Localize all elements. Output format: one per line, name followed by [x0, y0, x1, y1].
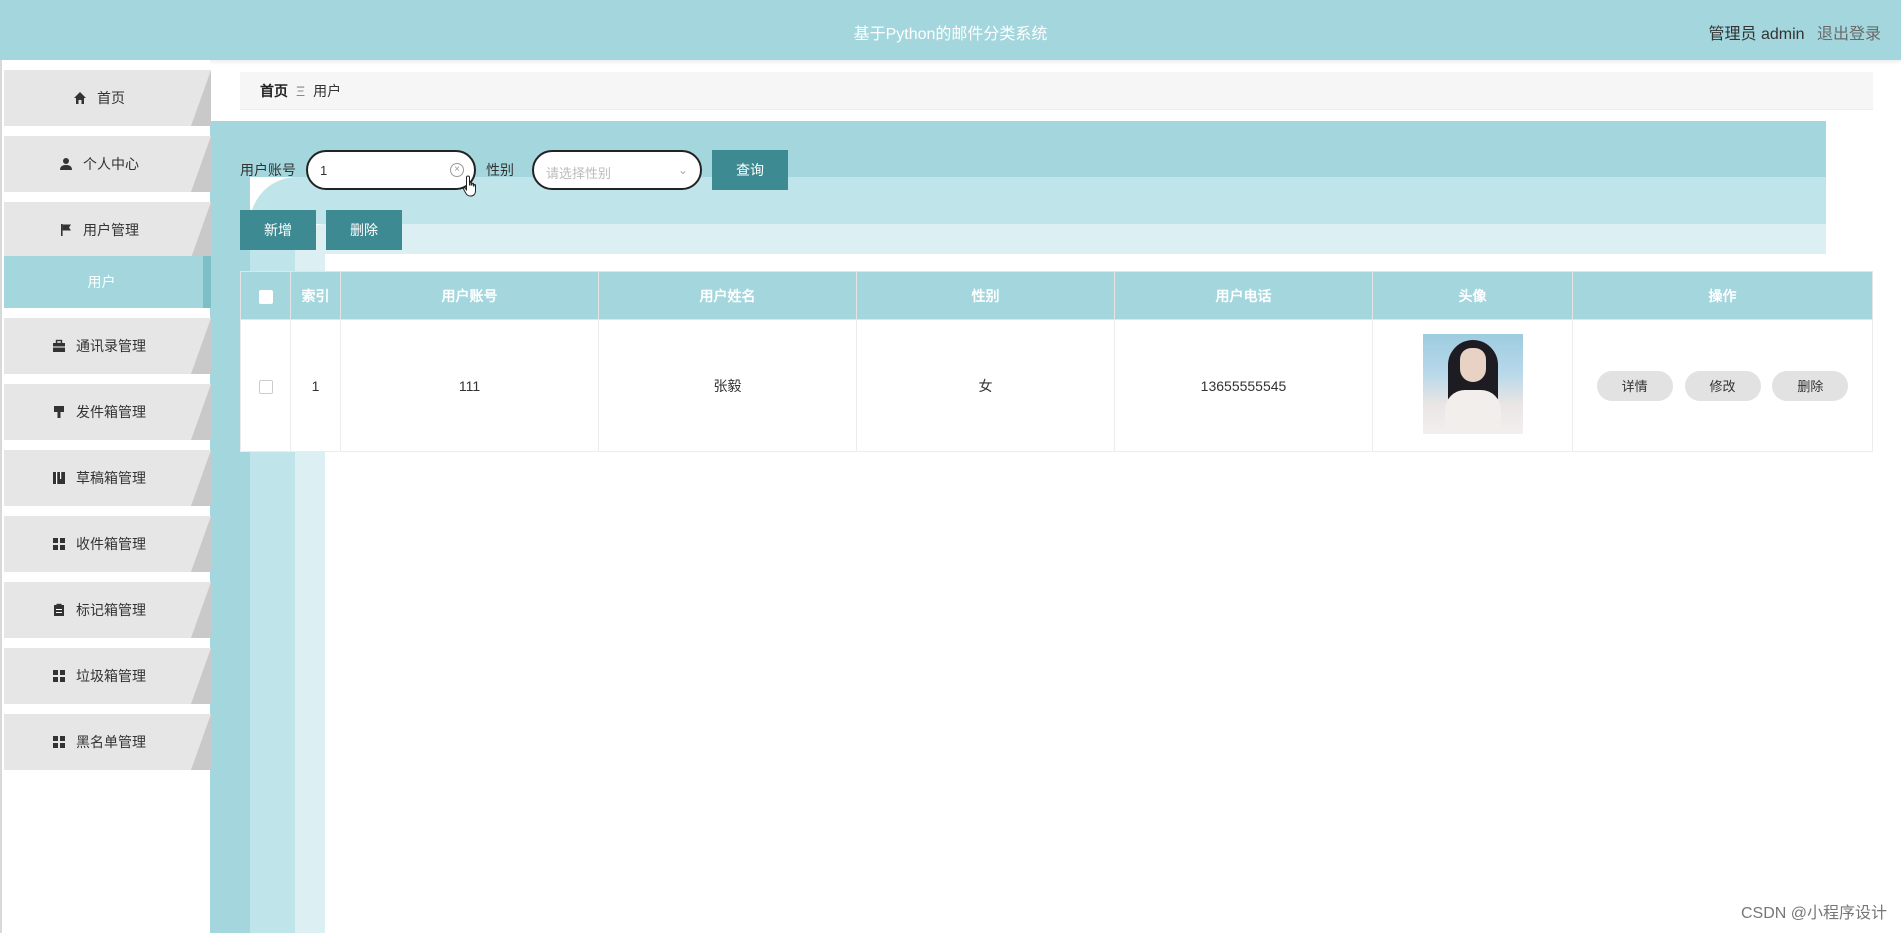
watermark: CSDN @小程序设计 — [1740, 905, 1887, 922]
menu-flap — [191, 318, 211, 374]
sidebar-item-label: 黑名单管理 — [76, 734, 146, 750]
avatar-cell — [1372, 319, 1573, 452]
sidebar-item-contacts[interactable]: 通讯录管理 — [4, 318, 211, 374]
hand-cursor-icon — [462, 175, 480, 205]
gender-label: 性别 — [486, 162, 514, 178]
sidebar-item-outbox[interactable]: 发件箱管理 — [4, 384, 211, 440]
name-cell: 张毅 — [598, 319, 857, 452]
logout-link[interactable]: 退出登录 — [1817, 26, 1881, 43]
search-bar: 用户账号 1 × 性别 请选择性别 ⌄ 查询 — [240, 150, 788, 190]
sidebar-item-label: 用户管理 — [83, 222, 139, 238]
breadcrumb: 首页 Ξ 用户 — [240, 72, 1873, 110]
column-header: 性别 — [856, 271, 1115, 320]
menu-flap — [191, 202, 211, 258]
detail-button[interactable]: 详情 — [1596, 370, 1673, 401]
column-header: 操作 — [1572, 271, 1873, 320]
book-icon — [52, 471, 66, 485]
column-header: 用户电话 — [1114, 271, 1373, 320]
sidebar-item-label: 发件箱管理 — [76, 404, 146, 420]
flag-icon — [59, 223, 73, 237]
sidebar-item-marked[interactable]: 标记箱管理 — [4, 582, 211, 638]
sidebar-item-trash[interactable]: 垃圾箱管理 — [4, 648, 211, 704]
breadcrumb-home[interactable]: 首页 — [260, 81, 288, 101]
sidebar-item-home[interactable]: 首页 — [4, 70, 211, 126]
row-delete-button[interactable]: 删除 — [1772, 370, 1849, 401]
briefcase-icon — [52, 339, 66, 353]
decor-band — [295, 224, 1826, 254]
app-title: 基于Python的邮件分类系统 — [853, 26, 1048, 43]
grid-icon — [52, 735, 66, 749]
user-info: 管理员 admin 退出登录 — [1709, 20, 1882, 44]
batch-delete-button[interactable]: 删除 — [326, 210, 402, 250]
menu-flap — [191, 714, 211, 770]
menu-flap — [191, 582, 211, 638]
breadcrumb-separator: Ξ — [296, 82, 306, 99]
user-table: 索引 用户账号 用户姓名 性别 用户电话 头像 操作 1 111 张毅 女 13… — [240, 271, 1873, 452]
sidebar-item-users[interactable]: 用户 — [4, 256, 211, 308]
menu-flap — [191, 70, 211, 126]
sidebar: 首页 个人中心 用户管理 用户 通讯录管理 发件箱管理 草稿箱管理 收件箱管理 … — [0, 60, 211, 933]
menu-flap — [191, 648, 211, 704]
menu-flap — [191, 516, 211, 572]
grid-icon — [52, 537, 66, 551]
add-button[interactable]: 新增 — [240, 210, 316, 250]
gender-select[interactable]: 请选择性别 ⌄ — [532, 150, 702, 190]
menu-flap — [191, 450, 211, 506]
chevron-down-icon: ⌄ — [677, 163, 688, 177]
gender-cell: 女 — [856, 319, 1115, 452]
column-header: 用户姓名 — [598, 271, 857, 320]
table-header-row: 索引 用户账号 用户姓名 性别 用户电话 头像 操作 — [240, 271, 1873, 320]
sidebar-item-inbox[interactable]: 收件箱管理 — [4, 516, 211, 572]
sidebar-item-label: 通讯录管理 — [76, 338, 146, 354]
breadcrumb-current: 用户 — [313, 82, 342, 99]
action-bar: 新增 删除 — [240, 210, 402, 250]
grid-icon — [52, 669, 66, 683]
sidebar-item-label: 首页 — [97, 90, 125, 106]
brush-icon — [52, 405, 66, 419]
account-cell: 111 — [340, 319, 599, 452]
admin-label: 管理员 admin — [1708, 26, 1805, 43]
select-all-header[interactable] — [240, 271, 291, 320]
row-checkbox[interactable] — [258, 379, 273, 394]
sidebar-item-drafts[interactable]: 草稿箱管理 — [4, 450, 211, 506]
sidebar-item-blacklist[interactable]: 黑名单管理 — [4, 714, 211, 770]
gender-placeholder: 请选择性别 — [546, 166, 612, 181]
account-input-value: 1 — [320, 163, 328, 178]
account-input[interactable]: 1 × — [306, 150, 476, 190]
table-row: 1 111 张毅 女 13655555545 详情 修改 删除 — [240, 319, 1873, 452]
home-icon — [73, 91, 87, 105]
account-label: 用户账号 — [240, 162, 296, 178]
avatar — [1422, 334, 1523, 434]
sidebar-item-label: 用户 — [87, 274, 116, 290]
user-icon — [59, 157, 73, 171]
column-header: 头像 — [1372, 271, 1573, 320]
sidebar-item-user-management[interactable]: 用户管理 — [4, 202, 211, 258]
menu-flap — [191, 384, 211, 440]
sidebar-item-label: 个人中心 — [83, 156, 139, 172]
sidebar-item-label: 草稿箱管理 — [76, 470, 146, 486]
select-all-checkbox[interactable] — [258, 289, 273, 304]
clipboard-icon — [52, 603, 66, 617]
operations-cell: 详情 修改 删除 — [1572, 319, 1873, 452]
phone-cell: 13655555545 — [1114, 319, 1373, 452]
sidebar-item-label: 标记箱管理 — [76, 602, 146, 618]
query-button[interactable]: 查询 — [712, 150, 788, 190]
sidebar-item-label: 收件箱管理 — [76, 536, 146, 552]
edit-button[interactable]: 修改 — [1684, 370, 1761, 401]
sidebar-item-profile[interactable]: 个人中心 — [4, 136, 211, 192]
sidebar-item-label: 垃圾箱管理 — [76, 668, 146, 684]
index-cell: 1 — [290, 319, 341, 452]
top-header: 基于Python的邮件分类系统 管理员 admin 退出登录 — [0, 0, 1901, 60]
column-header: 索引 — [290, 271, 341, 320]
column-header: 用户账号 — [340, 271, 599, 320]
menu-flap — [191, 136, 211, 192]
row-select-cell[interactable] — [240, 319, 291, 452]
